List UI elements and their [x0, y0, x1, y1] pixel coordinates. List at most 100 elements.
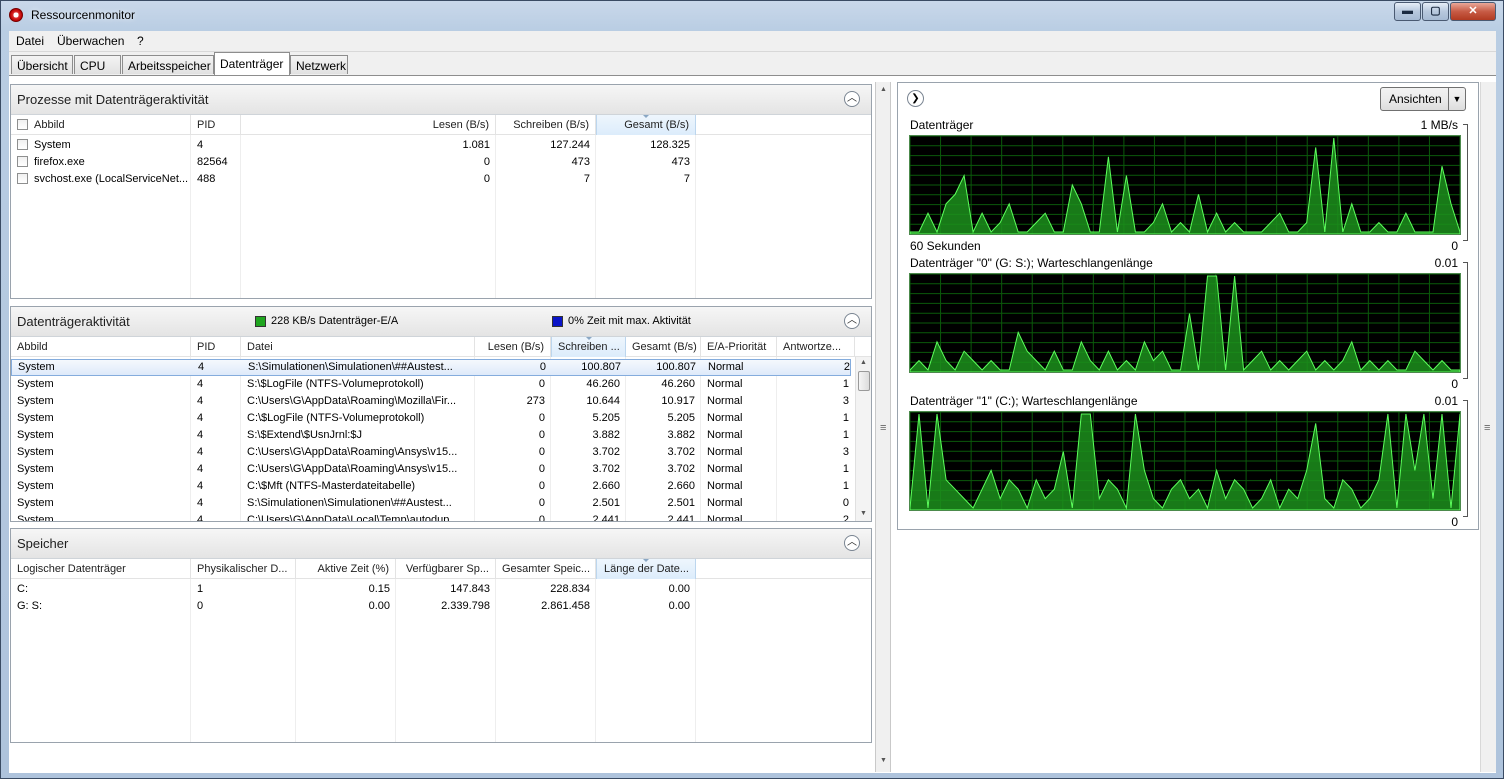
activity-cell: 0	[538, 429, 545, 441]
right-scrollbar[interactable]: ≡	[1480, 82, 1496, 772]
process-checkbox[interactable]	[17, 139, 28, 150]
disk-activity-title: Datenträgeraktivität	[17, 314, 130, 329]
tab-netzwerk[interactable]: Netzwerk	[290, 55, 348, 74]
activity-cell: 0	[539, 361, 546, 373]
col-lesen[interactable]: Lesen (B/s)	[241, 115, 496, 135]
menu-datei[interactable]: Datei	[16, 34, 44, 48]
activity-row[interactable]: System 4 C:\$LogFile (NTFS-Volumeprotokoll…	[11, 410, 851, 427]
col-schreiben-sorted[interactable]: Schreiben ...	[551, 337, 626, 357]
activity-row[interactable]: System 4 C:\$Mft (NTFS-Masterdateitabelle)…	[11, 478, 851, 495]
activity-row[interactable]: System 4 S:\$Extend\$UsnJrnl:$J 0 3.882 3.882…	[11, 427, 851, 444]
processes-header[interactable]: Prozesse mit Datenträgeraktivität ︿	[11, 85, 871, 115]
scale-bracket	[1463, 400, 1468, 517]
col-gesamt[interactable]: Gesamt (B/s)	[626, 337, 701, 357]
activity-cell: 2.660	[667, 480, 695, 492]
activity-row[interactable]: System 4 C:\Users\G\AppData\Roaming\Mozill…	[11, 393, 851, 410]
scale-bracket	[1463, 124, 1468, 241]
activity-row[interactable]: System 4 S:\Simulationen\Simulationen\##Au…	[11, 495, 851, 512]
activity-row[interactable]: System 4 C:\Users\G\AppData\Roaming\Ansys\…	[11, 444, 851, 461]
graph2-max: 0.01	[1434, 256, 1458, 270]
menu-help[interactable]: ?	[137, 34, 144, 48]
activity-cell: 3.882	[592, 429, 620, 441]
process-row[interactable]: firefox.exe 82564 0 473 473	[11, 154, 871, 171]
activity-cell: 273	[526, 395, 545, 407]
col-pid[interactable]: PID	[191, 337, 241, 357]
col-schreiben[interactable]: Schreiben (B/s)	[496, 115, 596, 135]
activity-row[interactable]: System 4 C:\Users\G\AppData\Local\Temp\aut…	[11, 512, 851, 522]
pane-splitter[interactable]: ▲ ≡ ▼	[875, 82, 891, 772]
tab-uebersicht[interactable]: Übersicht	[11, 55, 73, 74]
tab-arbeitsspeicher[interactable]: Arbeitsspeicher	[122, 55, 214, 74]
title-bar: Ressourcenmonitor ▬ ▢ ✕	[1, 1, 1503, 29]
max-activity-legend-swatch	[552, 316, 563, 327]
activity-cell: 2.441	[667, 514, 695, 522]
collapse-processes-button[interactable]: ︿	[844, 91, 860, 107]
activity-cell: C:\$LogFile (NTFS-Volumeprotokoll)	[247, 412, 425, 424]
disk-activity-header[interactable]: Datenträgeraktivität 228 KB/s Datenträge…	[11, 307, 871, 337]
scroll-down-arrow[interactable]: ▼	[857, 510, 870, 520]
col-physikalischer[interactable]: Physikalischer D...	[191, 559, 296, 579]
col-abbild[interactable]: Abbild	[11, 115, 191, 135]
resource-monitor-icon	[9, 8, 23, 22]
graph3-zero: 0	[1451, 515, 1458, 529]
col-logischer-datentraeger[interactable]: Logischer Datenträger	[11, 559, 191, 579]
disk-activity-section: Datenträgeraktivität 228 KB/s Datenträge…	[10, 306, 872, 522]
close-button[interactable]: ✕	[1450, 2, 1496, 21]
activity-cell: 3.702	[667, 446, 695, 458]
chevron-down-icon[interactable]: ▼	[1448, 88, 1465, 110]
col-verfuegbar[interactable]: Verfügbarer Sp...	[396, 559, 496, 579]
process-checkbox[interactable]	[17, 156, 28, 167]
activity-cell: Normal	[707, 446, 743, 458]
col-laenge-sorted[interactable]: Länge der Date...	[596, 559, 696, 579]
process-checkbox[interactable]	[17, 173, 28, 184]
expand-chevron-icon[interactable]: ❯	[907, 90, 924, 107]
activity-scrollbar[interactable]: ▲ ▼	[855, 357, 871, 521]
scroll-up-arrow[interactable]: ▲	[857, 359, 870, 369]
col-aktive-zeit[interactable]: Aktive Zeit (%)	[296, 559, 396, 579]
activity-cell: 3	[842, 446, 849, 458]
scroll-down-arrow[interactable]: ▼	[878, 757, 889, 768]
graph-canvas	[910, 412, 1460, 510]
client-area: Prozesse mit Datenträgeraktivität ︿ Abbi…	[9, 75, 1496, 773]
activity-cell: System	[17, 429, 54, 441]
storage-header[interactable]: Speicher ︿	[11, 529, 871, 559]
scroll-thumb[interactable]	[858, 371, 870, 391]
col-gesamt-sorted[interactable]: Gesamt (B/s)	[596, 115, 696, 135]
collapse-disk-activity-button[interactable]: ︿	[844, 313, 860, 329]
col-abbild[interactable]: Abbild	[11, 337, 191, 357]
tab-datentraeger[interactable]: Datenträger	[214, 52, 290, 75]
activity-cell: 2	[842, 514, 849, 522]
col-ea-prioritaet[interactable]: E/A-Priorität	[701, 337, 777, 357]
left-pane: Prozesse mit Datenträgeraktivität ︿ Abbi…	[9, 82, 874, 772]
select-all-checkbox[interactable]	[17, 119, 28, 130]
activity-row[interactable]: System 4 C:\Users\G\AppData\Roaming\Ansys\…	[11, 461, 851, 478]
storage-row[interactable]: C: 1 0.15 147.843 228.834 0.00	[11, 581, 871, 598]
process-row[interactable]: svchost.exe (LocalServiceNet... 488 0 7 …	[11, 171, 871, 188]
col-gesamter-speicher[interactable]: Gesamter Speic...	[496, 559, 596, 579]
views-dropdown[interactable]: Ansichten ▼	[1380, 87, 1466, 111]
menu-ueberwachen[interactable]: Überwachen	[57, 34, 124, 48]
disk1-queue-graph	[909, 411, 1461, 511]
col-lesen[interactable]: Lesen (B/s)	[475, 337, 551, 357]
activity-cell: 5.205	[667, 412, 695, 424]
activity-row[interactable]: System 4 S:\$LogFile (NTFS-Volumeprotokoll…	[11, 376, 851, 393]
tab-cpu[interactable]: CPU	[74, 55, 121, 74]
activity-cell: System	[17, 514, 54, 522]
col-pid[interactable]: PID	[191, 115, 241, 135]
activity-cell: Normal	[707, 497, 743, 509]
maximize-button[interactable]: ▢	[1422, 2, 1449, 21]
col-antwortzeit[interactable]: Antwortze...	[777, 337, 855, 357]
minimize-button[interactable]: ▬	[1394, 2, 1421, 21]
activity-cell: Normal	[707, 463, 743, 475]
col-datei[interactable]: Datei	[241, 337, 475, 357]
window-title: Ressourcenmonitor	[31, 8, 136, 22]
resource-monitor-window: Ressourcenmonitor ▬ ▢ ✕ Datei Überwachen…	[0, 0, 1504, 779]
storage-row[interactable]: G: S: 0 0.00 2.339.798 2.861.458 0.00	[11, 598, 871, 615]
scroll-up-arrow[interactable]: ▲	[878, 86, 889, 97]
process-row[interactable]: System 4 1.081 127.244 128.325	[11, 137, 871, 154]
collapse-storage-button[interactable]: ︿	[844, 535, 860, 551]
splitter-grip-icon[interactable]: ≡	[880, 422, 886, 434]
scroll-grip-icon[interactable]: ≡	[1484, 422, 1490, 434]
activity-cell: 0	[538, 514, 545, 522]
activity-row-selected[interactable]: System 4 S:\Simulationen\Simulationen\##Au…	[11, 359, 851, 376]
